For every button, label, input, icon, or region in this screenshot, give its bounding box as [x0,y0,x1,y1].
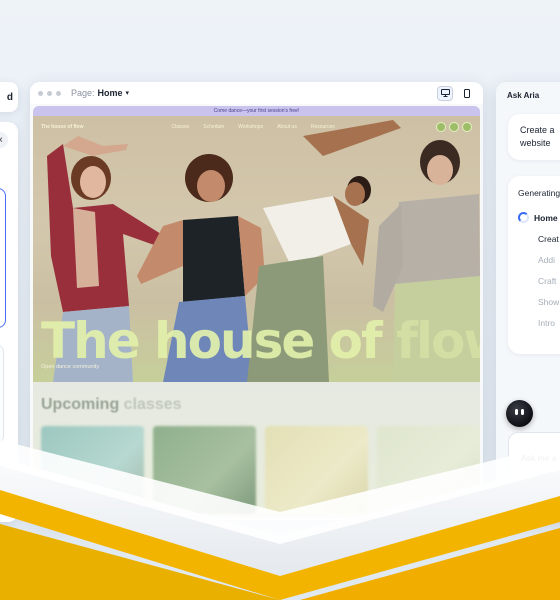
left-panel-header: d [0,82,18,112]
page-selector[interactable]: Home [98,88,123,98]
close-icon[interactable]: × [0,132,8,148]
step-next: Creat [518,228,560,249]
editor-toolbar: Page: Home ▾ [30,82,483,104]
desktop-icon [440,89,450,97]
hero-title: The house of flow [41,312,480,370]
hero-subtitle: Open dance community [41,364,100,370]
upcoming-section: Upcoming classes [33,382,480,518]
mobile-icon [464,88,470,98]
left-panel-card[interactable] [0,344,4,444]
mobile-view-button[interactable] [459,86,475,101]
page-label: Page: [71,88,95,98]
step-label: Home [534,212,558,223]
hero-title-main: The house of [41,312,397,370]
aria-avatar-icon [506,400,533,427]
left-panel-header-fragment: d [6,91,13,103]
editor-panel: Page: Home ▾ Come dance—your first sessi… [30,82,483,520]
window-dot [38,90,43,96]
generating-card: Generating Home Creat Addi Craft Show In… [508,176,560,354]
class-cards [41,426,480,514]
section-title-faded: classes [123,396,182,413]
add-icon[interactable]: + [522,485,528,497]
ask-input[interactable]: Ask me a [521,453,556,463]
left-panel: × ‹ [0,122,18,522]
generating-title: Generating [518,188,560,198]
spinner-icon [518,212,529,223]
section-title: Upcoming classes [41,396,182,414]
step-label: Show [538,296,560,307]
class-card[interactable] [153,426,256,514]
step-label: Intro [538,317,556,328]
user-message: Create a website [508,114,560,160]
step-active: Home [518,207,560,228]
left-panel-selected-card[interactable] [0,188,6,328]
avatar-eye [521,409,524,415]
step-label: Creat [538,233,559,244]
ask-input-box[interactable]: Ask me a + @ [508,432,560,506]
window-dot [56,90,61,96]
step-pending: Show [518,291,560,312]
hero-section: The house of flow Classes Schedule Works… [33,116,480,382]
user-message-line: website [520,138,551,148]
aria-panel: Ask Aria Create a website Generating Hom… [496,82,560,520]
class-card[interactable] [265,426,368,514]
step-pending: Addi [518,249,560,270]
step-pending: Craft [518,270,560,291]
user-message-line: Create a [520,125,555,135]
section-title-main: Upcoming [41,396,124,413]
window-dot [47,90,52,96]
step-label: Craft [538,275,557,286]
website-preview[interactable]: Come dance—your first session's free! Th… [33,106,480,518]
step-label: Addi [538,254,556,265]
desktop-view-button[interactable] [437,85,453,101]
step-pending: Intro [518,312,560,333]
class-card[interactable] [41,426,144,514]
avatar-eye [515,409,518,415]
aria-title: Ask Aria [507,91,540,100]
mention-icon[interactable]: @ [542,485,553,497]
class-card[interactable] [377,426,480,514]
hero-title-faded: flow [396,312,480,370]
chevron-down-icon[interactable]: ▾ [126,89,130,97]
announcement-bar: Come dance—your first session's free! [33,106,480,116]
window-dots [38,90,61,96]
